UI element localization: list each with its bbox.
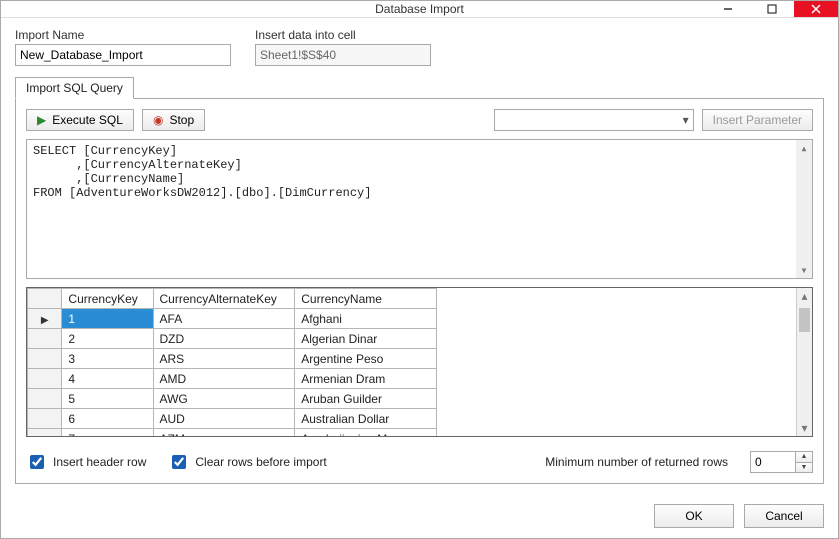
grid-header-row: CurrencyKey CurrencyAlternateKey Currenc… <box>28 289 437 309</box>
scroll-down-icon: ▾ <box>797 420 812 436</box>
cell[interactable]: 3 <box>62 349 153 369</box>
close-icon <box>811 4 821 14</box>
table-row[interactable]: ▶ 1AFAAfghani <box>28 309 437 329</box>
dialog-footer: OK Cancel <box>1 494 838 538</box>
insert-cell-label: Insert data into cell <box>255 28 431 42</box>
insert-parameter-button[interactable]: Insert Parameter <box>702 109 813 131</box>
execute-sql-button[interactable]: ▶ Execute SQL <box>26 109 134 131</box>
scroll-up-icon: ▴ <box>796 140 812 156</box>
cell[interactable]: Aruban Guilder <box>295 389 437 409</box>
stop-button[interactable]: ◉ Stop <box>142 109 205 131</box>
spinner-down[interactable]: ▼ <box>796 462 812 473</box>
current-row-icon: ▶ <box>41 315 49 326</box>
cell[interactable]: 1 <box>62 309 153 329</box>
cell[interactable]: AZM <box>153 429 295 438</box>
insert-header-row-checkbox[interactable]: Insert header row <box>26 452 146 472</box>
table-row[interactable]: 4AMDArmenian Dram <box>28 369 437 389</box>
cell[interactable]: Australian Dollar <box>295 409 437 429</box>
close-button[interactable] <box>794 1 838 17</box>
cell[interactable]: AMD <box>153 369 295 389</box>
play-icon: ▶ <box>37 113 46 127</box>
window-title: Database Import <box>133 2 706 16</box>
cell[interactable]: 4 <box>62 369 153 389</box>
row-indicator <box>28 409 62 429</box>
cell[interactable]: 7 <box>62 429 153 438</box>
import-name-label: Import Name <box>15 28 231 42</box>
tab-import-sql-query[interactable]: Import SQL Query <box>15 77 134 99</box>
cell[interactable]: 5 <box>62 389 153 409</box>
results-grid[interactable]: CurrencyKey CurrencyAlternateKey Currenc… <box>26 287 813 437</box>
cell[interactable]: Algerian Dinar <box>295 329 437 349</box>
scroll-up-icon: ▴ <box>797 288 812 304</box>
row-indicator <box>28 349 62 369</box>
ok-button[interactable]: OK <box>654 504 734 528</box>
cell[interactable]: Argentine Peso <box>295 349 437 369</box>
min-rows-spinner[interactable]: ▲ ▼ <box>750 451 813 473</box>
chevron-down-icon: ▾ <box>683 113 689 127</box>
cell[interactable]: 2 <box>62 329 153 349</box>
maximize-button[interactable] <box>750 1 794 17</box>
table-row[interactable]: 3ARSArgentine Peso <box>28 349 437 369</box>
cell[interactable]: ARS <box>153 349 295 369</box>
maximize-icon <box>767 4 777 14</box>
min-rows-label: Minimum number of returned rows <box>545 455 728 469</box>
insert-parameter-label: Insert Parameter <box>713 113 802 127</box>
table-row[interactable]: 2DZDAlgerian Dinar <box>28 329 437 349</box>
col-currencykey[interactable]: CurrencyKey <box>62 289 153 309</box>
tab-header: Import SQL Query <box>15 76 824 99</box>
table-row[interactable]: 6AUDAustralian Dollar <box>28 409 437 429</box>
cancel-button[interactable]: Cancel <box>744 504 824 528</box>
minimize-icon <box>723 4 733 14</box>
import-name-input[interactable] <box>15 44 231 66</box>
cell[interactable]: Azerbaijanian Ma... <box>295 429 437 438</box>
col-currencyalternatekey[interactable]: CurrencyAlternateKey <box>153 289 295 309</box>
row-indicator <box>28 389 62 409</box>
row-indicator: ▶ <box>28 309 62 329</box>
stop-icon: ◉ <box>153 113 163 127</box>
sql-text: SELECT [CurrencyKey] ,[CurrencyAlternate… <box>33 144 371 200</box>
dialog-window: Database Import Import Name Insert data … <box>0 0 839 539</box>
sql-scrollbar[interactable]: ▴ ▾ <box>796 140 812 278</box>
clear-rows-label: Clear rows before import <box>195 455 326 469</box>
cell[interactable]: Afghani <box>295 309 437 329</box>
execute-sql-label: Execute SQL <box>52 113 123 127</box>
insert-cell-input[interactable] <box>255 44 431 66</box>
cell[interactable]: AUD <box>153 409 295 429</box>
col-currencyname[interactable]: CurrencyName <box>295 289 437 309</box>
cell[interactable]: AFA <box>153 309 295 329</box>
scrollbar-thumb[interactable] <box>799 308 810 332</box>
row-indicator <box>28 429 62 438</box>
cell[interactable]: Armenian Dram <box>295 369 437 389</box>
insert-header-row-label: Insert header row <box>53 455 146 469</box>
stop-label: Stop <box>169 113 194 127</box>
row-indicator <box>28 369 62 389</box>
row-header-blank <box>28 289 62 309</box>
row-indicator <box>28 329 62 349</box>
insert-header-row-input[interactable] <box>30 455 44 469</box>
cell[interactable]: DZD <box>153 329 295 349</box>
cell[interactable]: 6 <box>62 409 153 429</box>
scroll-down-icon: ▾ <box>796 262 812 278</box>
cell[interactable]: AWG <box>153 389 295 409</box>
parameter-dropdown[interactable]: ▾ <box>494 109 694 131</box>
table-row[interactable]: 7AZMAzerbaijanian Ma... <box>28 429 437 438</box>
sql-editor[interactable]: SELECT [CurrencyKey] ,[CurrencyAlternate… <box>26 139 813 279</box>
minimize-button[interactable] <box>706 1 750 17</box>
min-rows-input[interactable] <box>751 452 795 472</box>
grid-scrollbar[interactable]: ▴ ▾ <box>796 288 812 436</box>
spinner-up[interactable]: ▲ <box>796 452 812 462</box>
clear-rows-checkbox[interactable]: Clear rows before import <box>168 452 326 472</box>
tab-panel: ▶ Execute SQL ◉ Stop ▾ Insert Parameter <box>15 99 824 484</box>
window-buttons <box>706 1 838 17</box>
titlebar: Database Import <box>1 1 838 18</box>
table-row[interactable]: 5AWGAruban Guilder <box>28 389 437 409</box>
clear-rows-input[interactable] <box>172 455 186 469</box>
